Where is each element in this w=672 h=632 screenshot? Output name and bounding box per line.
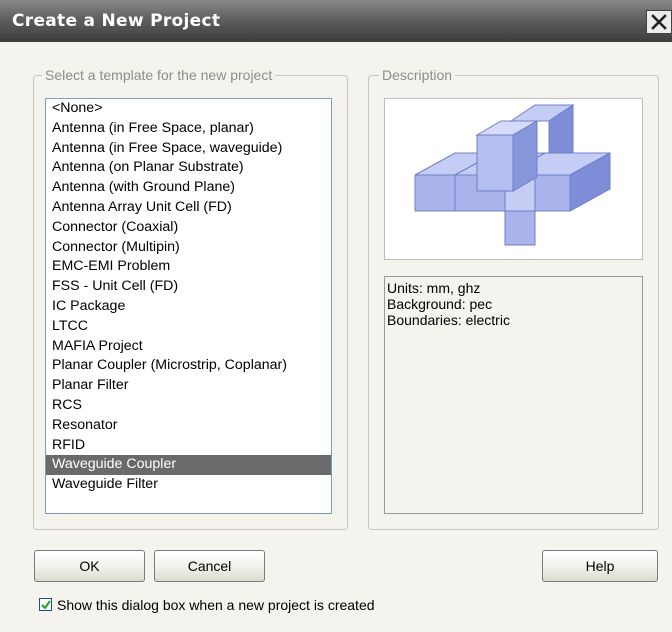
description-group-legend: Description xyxy=(379,67,456,83)
template-list-item[interactable]: Antenna (in Free Space, planar) xyxy=(46,119,331,139)
template-list-item[interactable]: RFID xyxy=(46,436,331,456)
help-button[interactable]: Help xyxy=(542,550,658,582)
3d-waveguide-coupler-preview xyxy=(414,104,611,246)
template-list-item[interactable]: Antenna (on Planar Substrate) xyxy=(46,158,331,178)
create-project-dialog: Create a New Project Select a template f… xyxy=(0,0,672,632)
checkmark-icon xyxy=(41,600,51,610)
description-units: Units: mm, ghz xyxy=(387,280,481,296)
template-list-item[interactable]: MAFIA Project xyxy=(46,337,331,357)
template-list-item[interactable]: Antenna (in Free Space, waveguide) xyxy=(46,139,331,159)
template-group-legend: Select a template for the new project xyxy=(42,67,276,83)
dialog-title: Create a New Project xyxy=(12,11,221,31)
description-text-box: Units: mm, ghz Background: pec Boundarie… xyxy=(384,276,643,514)
template-list-item[interactable]: FSS - Unit Cell (FD) xyxy=(46,277,331,297)
template-list-item[interactable]: Antenna Array Unit Cell (FD) xyxy=(46,198,331,218)
template-list-item[interactable]: Waveguide Filter xyxy=(46,475,331,495)
close-icon xyxy=(651,14,667,30)
close-button[interactable] xyxy=(646,10,672,34)
ok-button[interactable]: OK xyxy=(34,550,145,582)
template-list-item[interactable]: Planar Coupler (Microstrip, Coplanar) xyxy=(46,356,331,376)
template-list-item[interactable]: LTCC xyxy=(46,317,331,337)
show-dialog-checkbox-label: Show this dialog box when a new project … xyxy=(57,597,375,613)
template-list-item[interactable]: Connector (Coaxial) xyxy=(46,218,331,238)
template-list-item[interactable]: IC Package xyxy=(46,297,331,317)
template-list-item[interactable]: EMC-EMI Problem xyxy=(46,257,331,277)
template-listbox[interactable]: <None> Antenna (in Free Space, planar) Ant… xyxy=(45,98,332,514)
template-list-item[interactable]: RCS xyxy=(46,396,331,416)
cancel-button[interactable]: Cancel xyxy=(154,550,265,582)
template-list-item[interactable]: Antenna (with Ground Plane) xyxy=(46,178,331,198)
template-list-item[interactable]: <None> xyxy=(46,99,331,119)
title-bar[interactable]: Create a New Project xyxy=(0,0,672,42)
template-list-item[interactable]: Resonator xyxy=(46,416,331,436)
template-preview xyxy=(384,98,643,260)
description-boundaries: Boundaries: electric xyxy=(387,312,510,328)
template-list-item[interactable]: Waveguide Coupler xyxy=(46,455,331,476)
show-dialog-checkbox[interactable] xyxy=(39,598,52,611)
template-list-item[interactable]: Planar Filter xyxy=(46,376,331,396)
template-list-item[interactable]: Connector (Multipin) xyxy=(46,238,331,258)
description-background: Background: pec xyxy=(387,296,493,312)
